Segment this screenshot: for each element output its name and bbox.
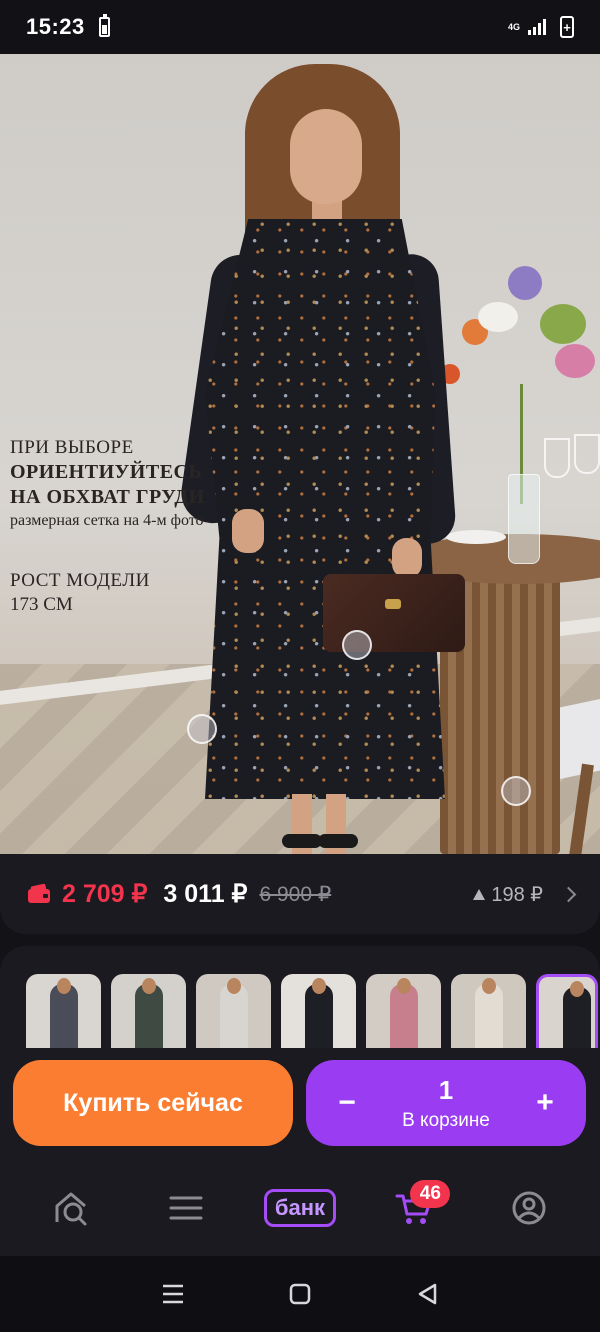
vase-decor — [508, 474, 540, 564]
network-type: 4G — [507, 21, 520, 32]
thumbnail-model-head — [227, 978, 241, 994]
variant-thumbnails — [26, 974, 598, 1048]
cart-count-badge: 46 — [410, 1180, 451, 1208]
status-time: 15:23 — [26, 14, 85, 39]
nav-home-search[interactable] — [31, 1178, 111, 1238]
variant-thumbnail[interactable] — [196, 974, 271, 1048]
model-height-value: 173 СМ — [10, 594, 73, 615]
hero-text-line1: ПРИ ВЫБОРЕ — [10, 437, 134, 458]
hero-text-line2: ОРИЕНТИУЙТЕСЬ — [10, 461, 203, 483]
recent-apps-icon — [163, 1284, 184, 1304]
current-price: 3 011 ₽ — [163, 880, 248, 908]
price-bar[interactable]: 2 709 ₽ 3 011 ₽ 6 900 ₽ 198 ₽ — [0, 854, 600, 934]
hero-text-line4: размерная сетка на 4-м фото — [10, 512, 204, 529]
glass-decor — [574, 434, 600, 474]
thumbnail-model-head — [482, 978, 496, 994]
decrease-quantity-button[interactable]: − — [332, 1086, 362, 1119]
status-bar: 15:23 4G + — [0, 0, 600, 54]
battery-charging-icon: + — [560, 16, 574, 38]
model-height-label: РОСТ МОДЕЛИ — [10, 570, 150, 591]
nav-profile[interactable] — [489, 1178, 569, 1238]
profile-icon — [512, 1191, 546, 1225]
glass-decor — [544, 438, 570, 478]
cart-info[interactable]: 1 В корзине — [402, 1075, 490, 1132]
variant-thumbnail[interactable] — [366, 974, 441, 1048]
flower-decor — [555, 344, 595, 378]
nav-bank[interactable]: банк — [260, 1178, 340, 1238]
flower-decor — [508, 266, 542, 300]
thumbnail-model-head — [142, 978, 156, 994]
points-value: 198 ₽ — [491, 883, 543, 906]
cart-quantity-control: − 1 В корзине + — [306, 1060, 586, 1146]
bank-label: банк — [263, 1189, 337, 1227]
product-hotspot[interactable] — [501, 776, 531, 806]
thumbnail-model-head — [312, 978, 326, 994]
model-shoe — [282, 834, 322, 848]
flower-decor — [478, 302, 518, 332]
in-cart-label: В корзине — [402, 1109, 490, 1131]
status-right: 4G + — [508, 16, 574, 38]
model-hand — [232, 509, 264, 553]
thumbnail-model-head — [397, 978, 411, 994]
thumbnail-model-head — [570, 981, 584, 997]
model-shoe — [318, 834, 358, 848]
menu-icon — [169, 1196, 203, 1220]
product-image[interactable]: ПРИ ВЫБОРЕ ОРИЕНТИУЙТЕСЬ НА ОБХВАТ ГРУДИ… — [0, 54, 600, 854]
variant-thumbnail[interactable] — [281, 974, 356, 1048]
back-triangle-icon — [418, 1283, 436, 1305]
back-button[interactable] — [407, 1274, 447, 1314]
triangle-up-icon — [473, 888, 486, 900]
chevron-right-icon — [560, 886, 577, 902]
product-hotspot[interactable] — [342, 630, 372, 660]
signal-icon — [528, 19, 546, 35]
model-face — [290, 109, 362, 204]
model-hand — [392, 538, 422, 578]
nav-catalog[interactable] — [146, 1178, 226, 1238]
home-square-icon — [289, 1283, 311, 1305]
buy-now-button[interactable]: Купить сейчас — [13, 1060, 293, 1146]
thumbnail-model-head — [57, 978, 71, 994]
wallet-price: 2 709 ₽ — [62, 880, 148, 908]
variant-thumbnail[interactable] — [536, 974, 598, 1048]
home-button[interactable] — [280, 1274, 320, 1314]
increase-quantity-button[interactable]: + — [530, 1086, 560, 1119]
system-navigation — [0, 1256, 600, 1332]
variant-thumbnail[interactable] — [26, 974, 101, 1048]
cart-quantity: 1 — [438, 1074, 454, 1105]
wallet-icon — [28, 883, 52, 903]
variant-thumbnail[interactable] — [111, 974, 186, 1048]
price-points[interactable]: 198 ₽ — [473, 882, 577, 907]
product-hotspot[interactable] — [187, 714, 217, 744]
recent-apps-button[interactable] — [153, 1274, 193, 1314]
hero-text-line3: НА ОБХВАТ ГРУДИ — [10, 486, 205, 508]
flower-decor — [540, 304, 586, 344]
variant-thumbnail[interactable] — [451, 974, 526, 1048]
bottom-navigation: банк 46 — [0, 1160, 600, 1256]
plate-decor — [446, 530, 506, 544]
nav-cart[interactable]: 46 — [374, 1178, 454, 1238]
handbag-clasp — [385, 599, 401, 609]
battery-saver-icon — [98, 14, 110, 37]
old-price: 6 900 ₽ — [259, 882, 332, 906]
search-catalog-icon — [55, 1192, 87, 1226]
